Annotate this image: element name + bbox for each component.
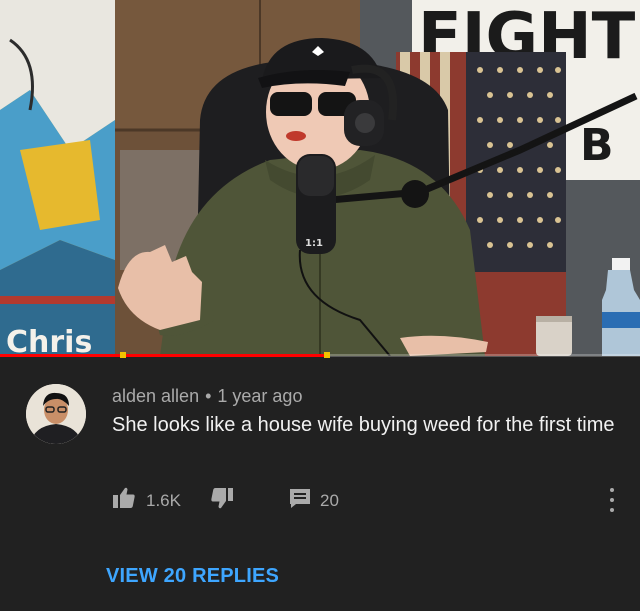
chapter-marker: [324, 352, 330, 358]
chapter-marker: [120, 352, 126, 358]
more-vertical-icon[interactable]: [604, 488, 620, 512]
comment-text: She looks like a house wife buying weed …: [112, 414, 615, 436]
comment-meta: alden allen • 1 year ago: [112, 385, 302, 407]
video-thumbnail[interactable]: Chris FIGHT B 1:1: [0, 0, 640, 356]
video-scene: Chris FIGHT B 1:1: [0, 0, 640, 356]
reply-count: 20: [320, 491, 339, 510]
dislike-button[interactable]: [210, 485, 234, 511]
comment-icon: [290, 489, 310, 508]
thumbs-down-icon: [211, 488, 233, 509]
view-replies-button[interactable]: VIEW 20 REPLIES: [106, 565, 279, 588]
mic-label: 1:1: [305, 238, 323, 249]
comment-time[interactable]: 1 year ago: [217, 386, 302, 406]
video-progress-bar[interactable]: [0, 354, 640, 357]
like-button[interactable]: [112, 485, 136, 511]
avatar[interactable]: [26, 384, 86, 444]
comment-author[interactable]: alden allen: [112, 386, 199, 406]
thumbs-up-icon: [113, 487, 135, 508]
like-count: 1.6K: [146, 491, 181, 510]
painting-signature: Chris: [6, 325, 92, 356]
progress-fill: [0, 354, 327, 357]
sign-lower-text: B: [580, 120, 614, 171]
meta-separator: •: [205, 386, 212, 406]
avatar-image: [26, 384, 86, 444]
reply-button[interactable]: [288, 485, 312, 511]
